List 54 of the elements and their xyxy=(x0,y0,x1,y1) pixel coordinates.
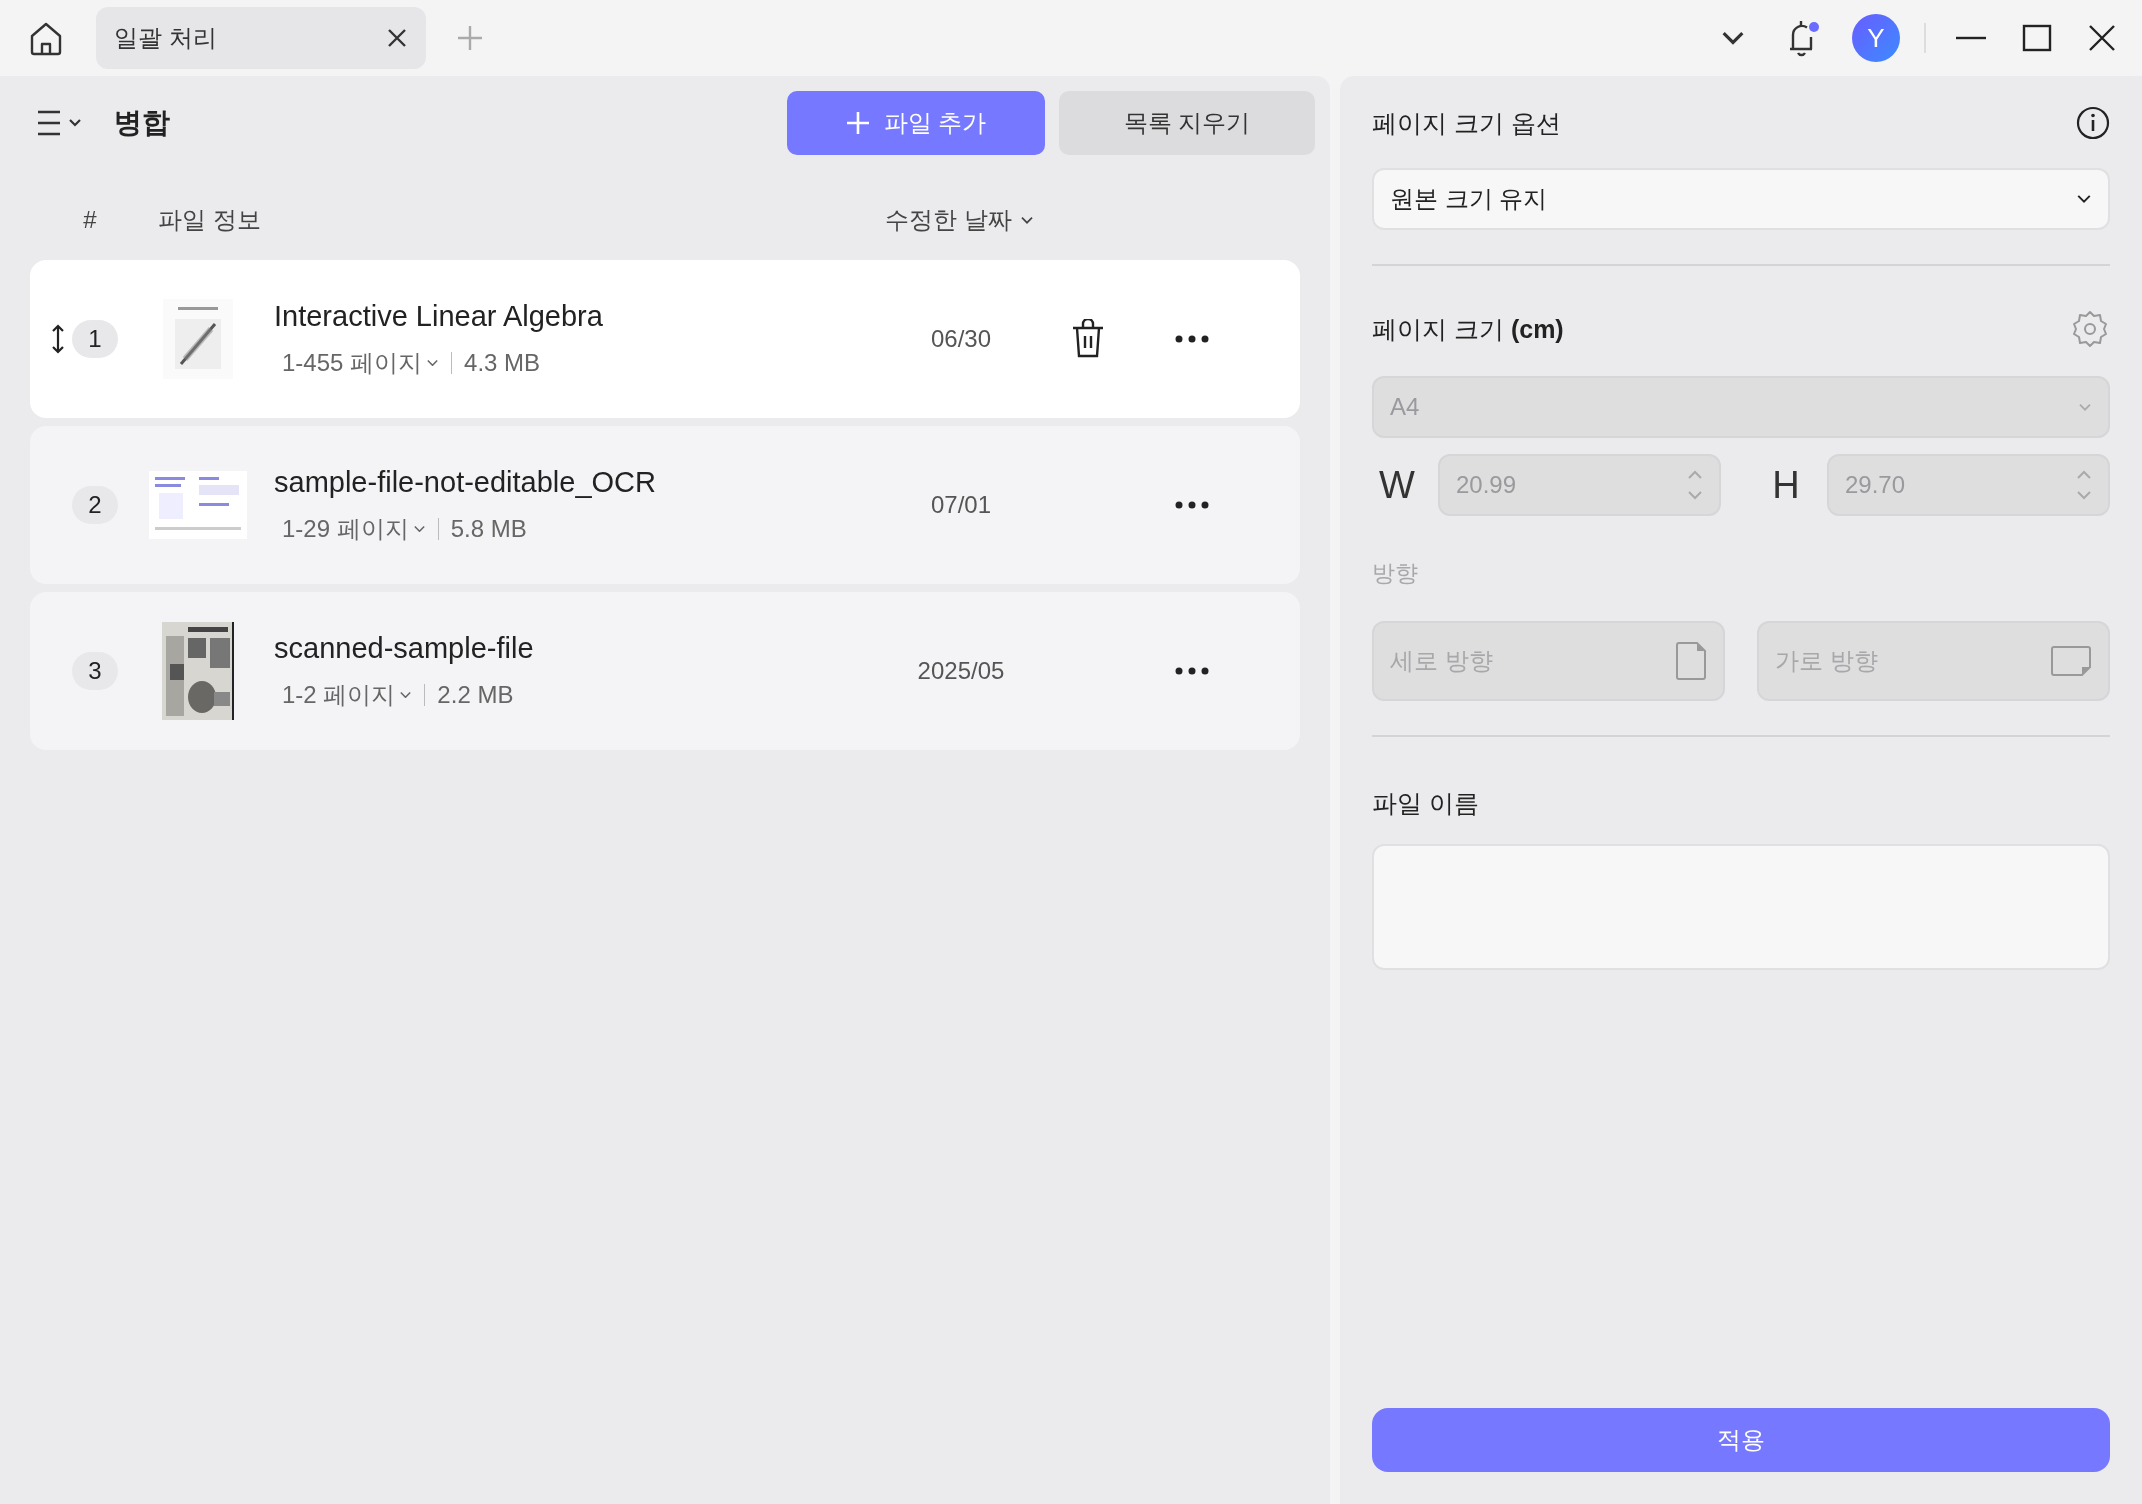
user-avatar[interactable]: Y xyxy=(1852,14,1900,62)
chevron-down-icon xyxy=(1720,30,1746,46)
width-label: W xyxy=(1378,463,1416,507)
section-title: 페이지 크기 옵션 xyxy=(1372,107,1561,139)
clear-list-button[interactable]: 목록 지우기 xyxy=(1059,91,1315,155)
file-name: Interactive Linear Algebra xyxy=(274,299,604,333)
height-label: H xyxy=(1771,463,1801,507)
file-row[interactable]: 2 sample-file-not-editable_OCR 1-29 페이지 5.8 MB 07/01 xyxy=(30,426,1300,584)
file-name: scanned-sample-file xyxy=(274,631,535,665)
chevron-down-icon xyxy=(1020,215,1034,225)
more-icon[interactable] xyxy=(1175,501,1209,509)
drag-handle-icon[interactable] xyxy=(51,324,65,354)
file-name: sample-file-not-editable_OCR xyxy=(274,465,657,499)
chevron-down-icon xyxy=(399,690,413,699)
tab[interactable]: 일괄 처리 xyxy=(96,7,426,69)
row-number: 1 xyxy=(72,320,118,358)
add-file-button[interactable]: 파일 추가 xyxy=(787,91,1045,155)
mode-title: 병합 xyxy=(114,106,170,140)
more-icon[interactable] xyxy=(1175,667,1209,675)
file-size: 4.3 MB xyxy=(464,348,541,377)
column-header: 파일 정보 xyxy=(157,205,262,235)
modified-date: 06/30 xyxy=(929,325,993,353)
page-range-dropdown[interactable]: 1-29 페이지 xyxy=(282,512,426,545)
plus-icon xyxy=(456,24,484,52)
chevron-down-icon xyxy=(412,524,426,533)
minimize-icon xyxy=(1956,36,1986,40)
file-size: 2.2 MB xyxy=(437,680,514,709)
sort-column-header[interactable]: 수정한 날짜 xyxy=(879,203,1040,237)
file-row[interactable]: 3 scanned-sample-file 1-2 페이지 2.2 MB 2025/05 xyxy=(30,592,1300,750)
chevron-down-icon xyxy=(2078,402,2092,412)
page-range-dropdown[interactable]: 1-455 페이지 xyxy=(282,346,440,379)
file-row[interactable]: 1 Interactive Linear Algebra 1-455 페이지 4.3 MB 06/30 xyxy=(30,260,1300,418)
plus-icon xyxy=(845,111,870,135)
landscape-page-icon xyxy=(2050,645,2092,677)
menu-icon xyxy=(36,109,84,137)
section-title: 페이지 크기 (cm) xyxy=(1372,313,1564,345)
maximize-icon xyxy=(2022,24,2052,52)
close-icon xyxy=(2088,24,2116,52)
more-icon[interactable] xyxy=(1175,335,1209,343)
orientation-label: 방향 xyxy=(1372,559,1419,588)
info-icon[interactable] xyxy=(2076,106,2110,140)
column-header: # xyxy=(82,206,98,234)
chevron-down-icon xyxy=(2076,194,2092,204)
row-number: 2 xyxy=(72,486,118,524)
modified-date: 2025/05 xyxy=(916,657,1006,685)
file-size: 5.8 MB xyxy=(450,514,527,543)
portrait-page-icon xyxy=(1675,641,1707,681)
file-name-label: 파일 이름 xyxy=(1372,788,1480,819)
close-icon[interactable] xyxy=(386,27,408,49)
row-number: 3 xyxy=(72,652,118,690)
page-range-dropdown[interactable]: 1-2 페이지 xyxy=(282,678,413,711)
modified-date: 07/01 xyxy=(929,491,993,519)
chevron-down-icon xyxy=(426,358,440,367)
trash-icon[interactable] xyxy=(1071,319,1105,359)
